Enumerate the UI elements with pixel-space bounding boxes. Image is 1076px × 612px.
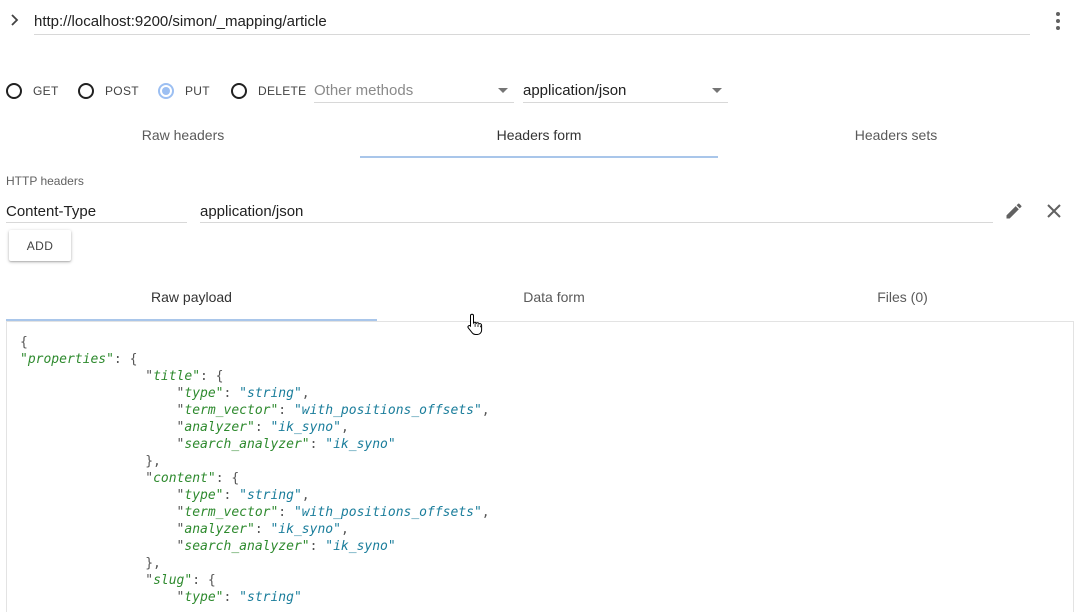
code-line: "analyzer": "ik_syno", (20, 420, 349, 435)
code-line: "properties": { (20, 352, 138, 367)
tab-data-form[interactable]: Data form (377, 277, 731, 317)
code-line: "type": "string", (20, 488, 310, 503)
content-type-select[interactable]: application/json (523, 78, 728, 103)
tab-files[interactable]: Files (0) (731, 277, 1074, 317)
payload-code: { "properties": { "title": { "type": "str… (20, 334, 490, 606)
code-line: "term_vector": "with_positions_offsets", (20, 505, 490, 520)
content-type-value: application/json (523, 81, 627, 99)
method-label: DELETE (258, 84, 307, 98)
method-label: GET (33, 84, 59, 98)
method-radio-post[interactable]: POST (78, 81, 139, 101)
radio-circle (78, 83, 94, 99)
header-tab-indicator (360, 156, 718, 158)
code-line: "search_analyzer": "ik_syno" (20, 539, 396, 554)
http-headers-label: HTTP headers (6, 174, 84, 188)
chevron-right-icon (11, 14, 19, 26)
header-name-input[interactable] (6, 200, 187, 223)
url-input[interactable] (34, 8, 1030, 35)
radio-circle-checked (158, 83, 174, 99)
method-radio-delete[interactable]: DELETE (231, 81, 306, 101)
code-line: "slug": { (20, 573, 216, 588)
pencil-icon (1006, 203, 1022, 219)
method-radio-put[interactable]: PUT (158, 81, 210, 101)
more-vert-icon[interactable] (1048, 10, 1068, 32)
method-radio-get[interactable]: GET (6, 81, 59, 101)
code-line: "type": "string", (20, 386, 310, 401)
header-value-input[interactable] (200, 200, 993, 223)
tab-raw-payload[interactable]: Raw payload (6, 277, 377, 317)
code-line: { (20, 335, 28, 350)
method-label: PUT (185, 84, 210, 98)
tab-raw-headers[interactable]: Raw headers (6, 115, 360, 155)
other-methods-select[interactable]: Other methods (314, 78, 514, 103)
code-line: "search_analyzer": "ik_syno" (20, 437, 396, 452)
tab-headers-form[interactable]: Headers form (360, 115, 718, 155)
radio-circle (6, 83, 22, 99)
tab-headers-sets[interactable]: Headers sets (718, 115, 1074, 155)
code-line: "type": "string" (20, 590, 302, 605)
code-line: "content": { (20, 471, 240, 486)
dropdown-arrow-icon (498, 87, 508, 93)
code-line: "analyzer": "ik_syno", (20, 522, 349, 537)
dropdown-arrow-icon (712, 87, 722, 93)
code-line: "term_vector": "with_positions_offsets", (20, 403, 490, 418)
raw-payload-editor[interactable]: { "properties": { "title": { "type": "str… (6, 321, 1074, 612)
other-methods-placeholder: Other methods (314, 81, 414, 99)
remove-header-button[interactable] (1042, 199, 1066, 223)
url-expand-toggle[interactable] (6, 10, 24, 30)
code-line: }, (20, 556, 161, 571)
edit-header-button[interactable] (1002, 199, 1026, 223)
code-line: "title": { (20, 369, 224, 384)
close-icon (1047, 204, 1061, 218)
add-header-button[interactable]: ADD (9, 230, 71, 261)
radio-circle (231, 83, 247, 99)
code-line: }, (20, 454, 161, 469)
method-label: POST (105, 84, 139, 98)
